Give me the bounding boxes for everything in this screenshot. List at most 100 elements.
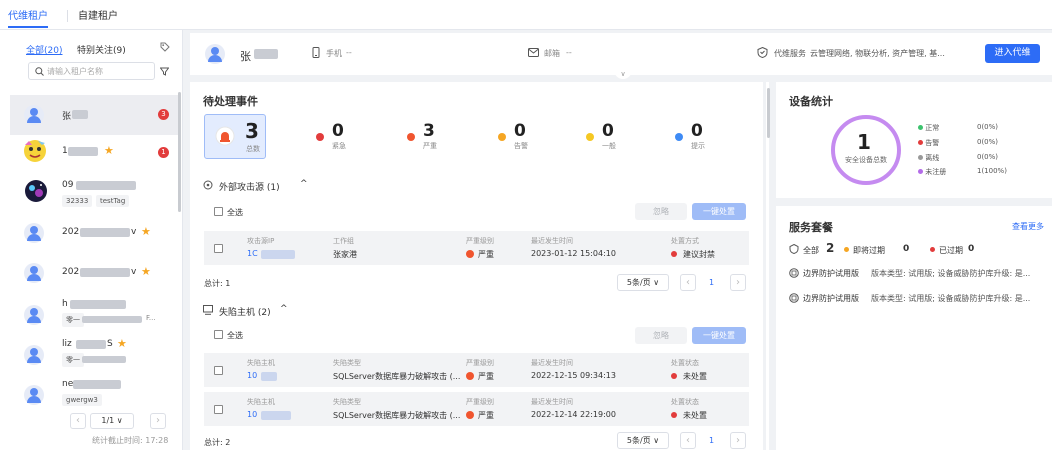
tenant-item[interactable]: ne gwergw3 [10, 375, 178, 415]
legend-dot [918, 140, 923, 145]
service-soon-label[interactable]: 即将过期 [853, 245, 885, 256]
row-checkbox[interactable] [214, 244, 223, 253]
severe-icon [466, 250, 474, 258]
row-checkbox[interactable] [214, 405, 223, 414]
phone-icon [312, 47, 320, 58]
redacted [76, 340, 106, 349]
redacted [82, 316, 142, 323]
ext-ignore-button[interactable]: 忽略 [635, 203, 687, 220]
info-icon [675, 133, 683, 141]
tenant-name: 202 [62, 267, 80, 277]
tenant-name: 202 [62, 227, 80, 237]
table-row[interactable]: 攻击源IP 工作组 严重级别 最近发生时间 处置方式 1C 张家港 严重 202… [204, 231, 749, 265]
severe-icon [407, 133, 415, 141]
search-input[interactable]: 请输入租户名称 [28, 62, 155, 80]
status-dot [671, 412, 677, 418]
col-header: 处置状态 [671, 359, 699, 367]
table-row[interactable]: 失陷主机 失陷类型 严重级别 最近发生时间 处置状态 10 SQLServer数… [204, 353, 749, 387]
fall-current-page[interactable]: 1 [709, 436, 714, 445]
divider [67, 10, 68, 22]
tenant-name-suffix: S [107, 339, 113, 349]
redacted [73, 380, 121, 389]
tab-agent-tenant[interactable]: 代维租户 [8, 7, 48, 28]
severe-num: 3 [423, 121, 435, 141]
service-all-label[interactable]: 全部 [803, 245, 819, 256]
tenant-tag: 零一 [62, 313, 84, 327]
enter-agent-button[interactable]: 进入代维 [985, 44, 1040, 63]
fall-handle-button[interactable]: 一键处置 [692, 327, 746, 344]
tenant-item[interactable]: 09 32333 testTag [10, 172, 178, 214]
col-header: 最近发生时间 [531, 359, 573, 367]
tenant-item[interactable]: 张 3 [10, 95, 178, 135]
ext-collapse-icon[interactable]: ^ [300, 179, 308, 189]
severity: 严重 [478, 372, 494, 381]
redacted [254, 49, 278, 59]
tenant-item[interactable]: 202 v ★ [10, 255, 178, 295]
events-title: 待处理事件 [203, 95, 258, 108]
filter-all[interactable]: 全部(20) [26, 43, 62, 56]
table-row[interactable]: 失陷主机 失陷类型 严重级别 最近发生时间 处置状态 10 SQLServer数… [204, 392, 749, 426]
search-placeholder: 请输入租户名称 [47, 67, 103, 76]
fall-type: SQLServer数据库暴力破解攻击 (... [333, 372, 461, 381]
page-size-value: 5条/页 [626, 436, 651, 445]
host-icon [203, 305, 213, 315]
panel-scrollbar[interactable] [767, 88, 770, 138]
email-value: -- [566, 48, 572, 57]
tenant-name: ne [62, 379, 74, 389]
fall-section-title: 失陷主机 (2) [219, 308, 271, 318]
status-dot [671, 373, 677, 379]
service-soon-num: 0 [903, 244, 910, 254]
view-more-link[interactable]: 查看更多 [1012, 221, 1044, 232]
device-total-label: 安全设备总数 [845, 156, 887, 164]
attack-ip-link[interactable]: 1C [247, 249, 258, 258]
ext-select-all-checkbox[interactable] [214, 207, 223, 216]
fall-collapse-icon[interactable]: ^ [280, 304, 288, 314]
tag-icon[interactable] [160, 42, 170, 52]
collapse-toggle[interactable]: ∨ [614, 70, 632, 79]
service-item[interactable]: 边界防护试用版 版本类型: 试用版; 设备威胁防护库升级: 是... [789, 292, 1045, 306]
star-icon[interactable]: ★ [141, 225, 151, 238]
star-icon[interactable]: ★ [104, 144, 114, 157]
legend-value: 0(0%) [977, 123, 999, 131]
star-icon[interactable]: ★ [141, 265, 151, 278]
col-header: 工作组 [333, 237, 354, 245]
tenant-tag: F... [146, 314, 156, 322]
next-page-button[interactable]: › [730, 432, 746, 449]
legend-label: 未注册 [925, 168, 947, 176]
star-icon[interactable]: ★ [117, 337, 127, 350]
service-item[interactable]: 边界防护试用版 版本类型: 试用版; 设备威胁防护库升级: 是... [789, 267, 1045, 281]
tenant-tag: 32333 [62, 195, 93, 207]
legend-value: 0(0%) [977, 138, 999, 146]
service-expired-label[interactable]: 已过期 [939, 245, 963, 256]
filter-follow[interactable]: 特别关注(9) [77, 43, 126, 56]
legend-dot [918, 155, 923, 160]
target-icon [203, 180, 213, 190]
fall-select-all-checkbox[interactable] [214, 330, 223, 339]
ext-handle-button[interactable]: 一键处置 [692, 203, 746, 220]
tenant-item[interactable]: liz S ★ 零一 [10, 335, 178, 375]
ext-current-page[interactable]: 1 [709, 278, 714, 287]
page-select[interactable]: 1/1 ∨ [90, 413, 134, 429]
tenant-item[interactable]: 202 v ★ [10, 215, 178, 255]
prev-page-button[interactable]: ‹ [70, 413, 86, 429]
tenant-item[interactable]: h 零一 F... [10, 295, 178, 335]
prev-page-button[interactable]: ‹ [680, 432, 696, 449]
total-count: 3 [245, 119, 259, 143]
tenant-name: liz [62, 339, 72, 349]
total-count-card[interactable]: 3 总数 [204, 114, 266, 159]
next-page-button[interactable]: › [150, 413, 166, 429]
filter-icon[interactable] [160, 67, 169, 76]
host-link[interactable]: 10 [247, 410, 257, 419]
prev-page-button[interactable]: ‹ [680, 274, 696, 291]
ext-page-size-select[interactable]: 5条/页 ∨ [617, 274, 669, 291]
fall-ignore-button[interactable]: 忽略 [635, 327, 687, 344]
tab-self-tenant[interactable]: 自建租户 [78, 7, 118, 22]
host-link[interactable]: 10 [247, 371, 257, 380]
next-page-button[interactable]: › [730, 274, 746, 291]
sidebar-scrollbar[interactable] [178, 92, 181, 212]
tenant-item[interactable]: 1 ★ 1 [10, 132, 178, 172]
fall-page-size-select[interactable]: 5条/页 ∨ [617, 432, 669, 449]
row-checkbox[interactable] [214, 366, 223, 375]
phone-value: -- [346, 48, 352, 57]
service-label: 代维服务 [774, 49, 806, 58]
